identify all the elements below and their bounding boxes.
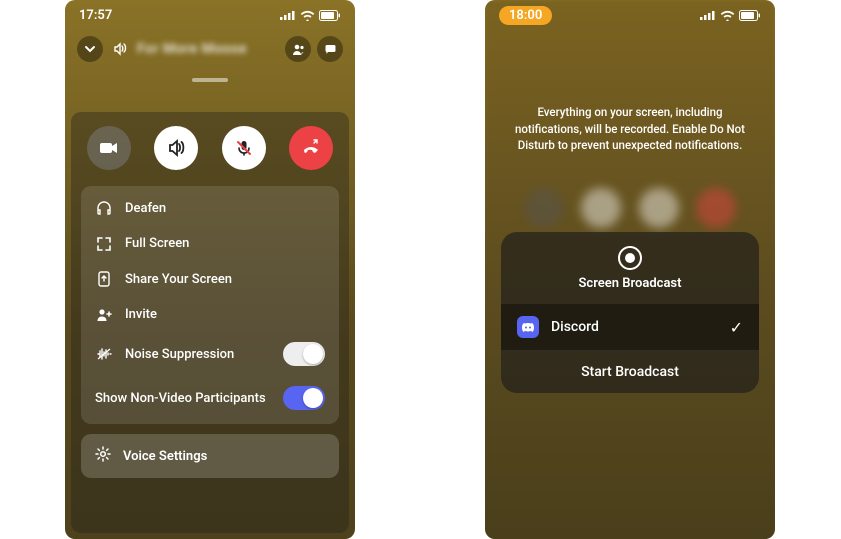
call-header: For More Moose: [65, 30, 355, 78]
deafen-label: Deafen: [125, 201, 325, 216]
people-icon: [292, 43, 305, 56]
battery-icon: [319, 10, 341, 21]
hangup-icon: [301, 138, 321, 158]
headphones-icon: [95, 200, 113, 216]
status-time-pill[interactable]: 18:00: [499, 6, 552, 25]
settings-menu: Deafen Full Screen Share Your Screen Inv…: [81, 186, 339, 424]
status-icons: [700, 10, 761, 21]
status-icons: [280, 10, 341, 21]
fullscreen-item[interactable]: Full Screen: [81, 226, 339, 261]
broadcast-app-name: Discord: [551, 319, 718, 335]
chat-button[interactable]: [317, 36, 343, 62]
cellular-icon: [700, 10, 716, 20]
noise-icon: [95, 347, 113, 361]
start-broadcast-button[interactable]: Start Broadcast: [501, 351, 759, 393]
wifi-icon: [720, 10, 735, 21]
fullscreen-label: Full Screen: [125, 236, 325, 251]
channel-name: For More Moose: [137, 41, 275, 57]
deafen-item[interactable]: Deafen: [81, 190, 339, 226]
noise-suppression-toggle[interactable]: [283, 342, 325, 366]
voice-settings-label: Voice Settings: [123, 449, 207, 464]
camera-icon: [99, 141, 119, 155]
broadcast-disclaimer: Everything on your screen, including not…: [485, 30, 775, 154]
noise-suppression-label: Noise Suppression: [125, 347, 271, 362]
show-non-video-item[interactable]: Show Non-Video Participants: [81, 376, 339, 420]
speaker-button[interactable]: [154, 126, 198, 170]
chat-icon: [324, 43, 337, 56]
call-settings-sheet: Deafen Full Screen Share Your Screen Inv…: [71, 112, 349, 533]
broadcast-title: Screen Broadcast: [579, 276, 682, 291]
blurred-call-controls: [485, 188, 775, 228]
noise-suppression-item[interactable]: Noise Suppression: [81, 332, 339, 376]
share-screen-item[interactable]: Share Your Screen: [81, 261, 339, 297]
status-time: 17:57: [79, 8, 112, 23]
call-controls-row: [81, 122, 339, 176]
voice-settings-button[interactable]: Voice Settings: [81, 434, 339, 478]
broadcast-app-row[interactable]: Discord ✓: [501, 303, 759, 351]
share-screen-label: Share Your Screen: [125, 272, 325, 287]
members-button[interactable]: [285, 36, 311, 62]
invite-item[interactable]: Invite: [81, 297, 339, 332]
hangup-button[interactable]: [289, 126, 333, 170]
mic-off-icon: [235, 139, 253, 157]
speaker-icon: [167, 139, 185, 157]
chevron-down-icon: [84, 43, 96, 55]
fullscreen-icon: [95, 237, 113, 251]
show-non-video-label: Show Non-Video Participants: [95, 391, 271, 406]
broadcast-header: Screen Broadcast: [501, 232, 759, 303]
camera-button[interactable]: [87, 126, 131, 170]
share-screen-icon: [95, 271, 113, 287]
status-bar: 18:00: [485, 0, 775, 30]
mute-button[interactable]: [222, 126, 266, 170]
battery-icon: [739, 10, 761, 21]
show-non-video-toggle[interactable]: [283, 386, 325, 410]
screen-broadcast-sheet: Screen Broadcast Discord ✓ Start Broadca…: [501, 232, 759, 393]
status-bar: 17:57: [65, 0, 355, 30]
discord-app-icon: [517, 316, 539, 338]
wifi-icon: [300, 10, 315, 21]
collapse-button[interactable]: [77, 36, 103, 62]
drag-handle[interactable]: [192, 78, 228, 82]
cellular-icon: [280, 10, 296, 20]
record-icon: [618, 246, 642, 270]
start-broadcast-label: Start Broadcast: [581, 364, 679, 380]
ios-screen-broadcast-phone: 18:00 Everything on your screen, includi…: [485, 0, 775, 539]
check-icon: ✓: [730, 318, 743, 337]
volume-icon: [113, 42, 127, 56]
discord-call-settings-phone: 17:57 For More Moose: [65, 0, 355, 539]
invite-icon: [95, 308, 113, 322]
gear-icon: [95, 446, 111, 466]
invite-label: Invite: [125, 307, 325, 322]
